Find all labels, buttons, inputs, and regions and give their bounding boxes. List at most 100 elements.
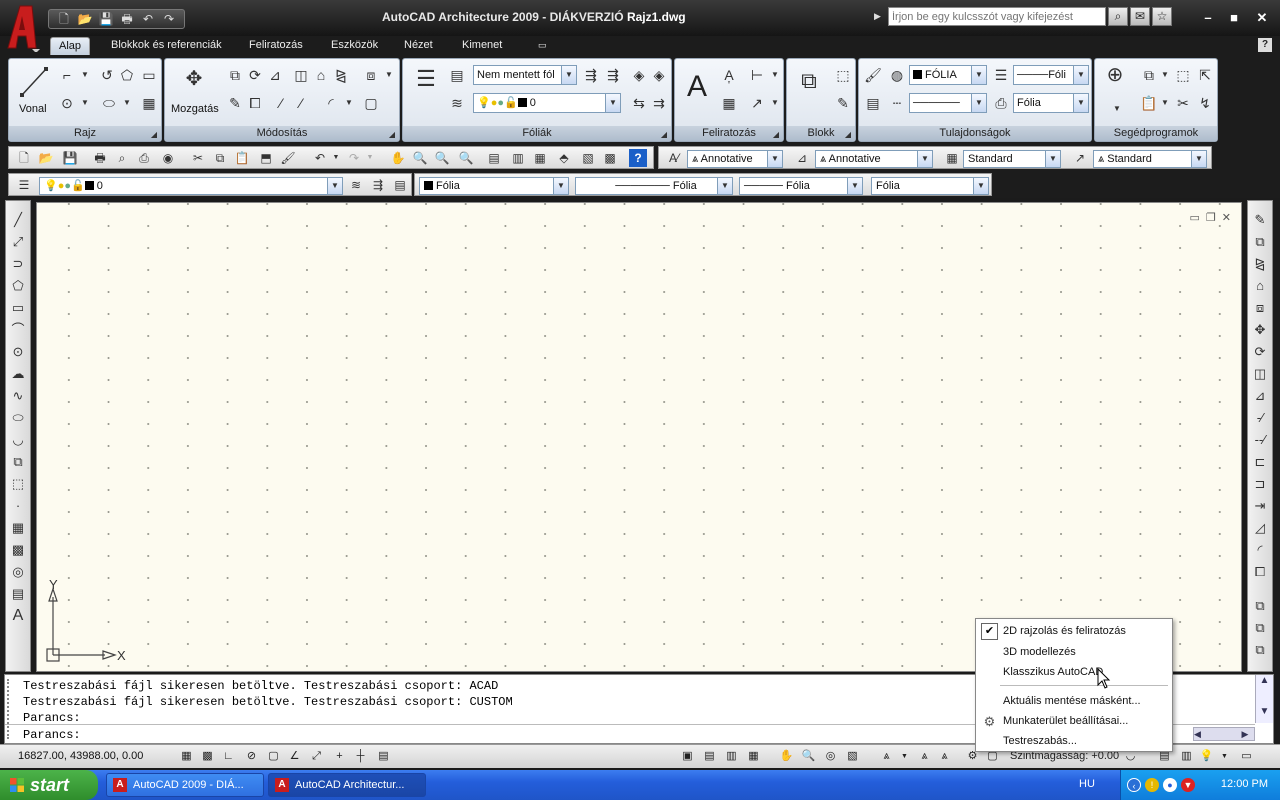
layer-select[interactable]: 💡●●🔓 0 ▼ [39, 177, 343, 195]
chevron-down-icon[interactable]: ▼ [1073, 66, 1088, 84]
auto-scale-icon[interactable]: ⩓ [936, 748, 953, 765]
match-properties-icon[interactable]: 🖌 [863, 65, 883, 85]
multileader-dropdown-icon[interactable]: ▼ [765, 93, 785, 113]
stretch-icon[interactable]: ⊿ [1251, 387, 1269, 405]
maximize-icon[interactable]: ■ [1224, 8, 1244, 28]
snap-mode-icon[interactable]: ▦ [178, 748, 195, 765]
array-dropdown-icon[interactable]: ▼ [379, 65, 399, 85]
panel-modify-label[interactable]: Módosítás [165, 126, 399, 141]
color-select[interactable]: FÓLIA ▼ [909, 65, 987, 85]
cut-icon[interactable]: ✂ [189, 149, 207, 167]
ellipse-arc-icon[interactable]: ◡ [9, 431, 27, 449]
undo-icon[interactable]: ↶ [139, 11, 157, 27]
drawing-canvas[interactable]: ▭ ❐ ✕ Y X [36, 202, 1242, 672]
tray-expand-icon[interactable]: ‹ [1127, 778, 1141, 792]
language-indicator[interactable]: HU [1079, 778, 1095, 790]
zoom-extents-icon[interactable]: ⊕ [1101, 65, 1129, 93]
zoom-dropdown-icon[interactable]: ▼ [1107, 99, 1127, 119]
zoom-window-icon[interactable]: 🔍 [433, 149, 451, 167]
sheet-set-icon[interactable]: ⬘ [555, 149, 573, 167]
panel-draw-label[interactable]: Rajz [9, 126, 161, 141]
linear-dimension-icon[interactable]: ⊢ [747, 65, 767, 85]
polar-tracking-icon[interactable]: ⊘ [243, 748, 260, 765]
design-center-icon[interactable]: ▥ [509, 149, 527, 167]
create-block-icon[interactable]: ⬚ [833, 65, 853, 85]
steering-wheel-icon[interactable]: ◎ [822, 748, 839, 765]
panel-expand-icon[interactable]: ◢ [389, 130, 395, 139]
dimension-dropdown-icon[interactable]: ▼ [765, 65, 785, 85]
chevron-down-icon[interactable]: ▼ [973, 178, 988, 194]
scroll-down-icon[interactable]: ▼ [1256, 706, 1273, 717]
lineweight-icon[interactable]: ☰ [991, 65, 1011, 85]
start-button[interactable]: start [0, 770, 98, 800]
search-input[interactable] [888, 7, 1106, 26]
command-history-scrollbar[interactable]: ▲ ▼ [1255, 675, 1273, 723]
chevron-down-icon[interactable]: ▼ [561, 66, 576, 84]
circle-icon[interactable]: ⊙ [9, 343, 27, 361]
open-file-icon[interactable]: 📂 [37, 149, 55, 167]
chevron-down-icon[interactable]: ▼ [1073, 94, 1088, 112]
offset-icon[interactable]: ⌂ [1251, 277, 1269, 295]
new-file-icon[interactable]: 🗋 [15, 149, 33, 167]
annotation-scale-icon[interactable]: ⩓ [878, 748, 895, 765]
plot-icon[interactable]: 🖶 [91, 149, 109, 167]
mirror-icon[interactable]: ⧎ [331, 65, 351, 85]
draworder-icon[interactable]: ⧉ [1251, 597, 1269, 615]
scale-icon[interactable]: ◫ [1251, 365, 1269, 383]
table-icon[interactable]: ▦ [719, 93, 739, 113]
scroll-right-icon[interactable]: ▶ [1241, 729, 1248, 739]
chamfer-icon[interactable]: ◿ [1251, 519, 1269, 537]
calculator-icon[interactable]: ▩ [601, 149, 619, 167]
menu-item-customize[interactable]: Testreszabás... [978, 732, 1170, 751]
dim-style-icon[interactable]: ⊿ [793, 149, 811, 167]
multileader-style-icon[interactable]: ↗ [1071, 149, 1089, 167]
ortho-mode-icon[interactable]: ∟ [220, 748, 237, 765]
tab-annotation[interactable]: Feliratozás [241, 37, 311, 55]
menu-item-save-current-as[interactable]: Aktuális mentése másként... [978, 692, 1170, 711]
layout1-icon[interactable]: ▤ [701, 748, 718, 765]
lineweight-toggle-icon[interactable]: ┼ [352, 748, 369, 765]
chevron-down-icon[interactable]: ▼ [1045, 151, 1060, 167]
pan-icon[interactable]: ✋ [389, 149, 407, 167]
search-icon[interactable]: ⌕ [1108, 7, 1128, 26]
drawing-close-icon[interactable]: ✕ [1222, 211, 1231, 224]
break-icon[interactable]: ⁄ [271, 93, 291, 113]
fillet-dropdown-icon[interactable]: ▼ [339, 93, 359, 113]
tab-alap[interactable]: Alap [50, 37, 91, 55]
linetype-select[interactable]: ────Fóli ▼ [1013, 65, 1089, 85]
line-tool-icon[interactable] [19, 65, 49, 99]
bulb-icon[interactable]: 💡 [1198, 748, 1215, 765]
scroll-left-icon[interactable]: ◀ [1194, 729, 1201, 739]
send-back-icon[interactable]: ⧉ [1251, 641, 1269, 659]
multiline-text-icon[interactable]: A [681, 69, 713, 105]
table-style-icon[interactable]: ▦ [943, 149, 961, 167]
panel-layers-label[interactable]: Fóliák [403, 126, 671, 141]
drawing-restore-icon[interactable]: ❐ [1206, 211, 1216, 224]
grid-display-icon[interactable]: ▩ [199, 748, 216, 765]
rotate-icon[interactable]: ⟳ [1251, 343, 1269, 361]
layer-select[interactable]: 💡●●🔓 0 ▼ [473, 93, 621, 113]
tab-blocks-references[interactable]: Blokkok és referenciák [103, 37, 230, 55]
layer-match-icon[interactable]: ≋ [447, 93, 467, 113]
cut-icon[interactable]: ✂ [1173, 93, 1193, 113]
arc-icon[interactable]: ↺ [97, 65, 117, 85]
explode-icon[interactable]: ⧠ [1251, 563, 1269, 581]
text-style-select[interactable]: ⩓ Annotative ▼ [687, 150, 783, 168]
close-icon[interactable]: ✕ [1252, 8, 1272, 28]
panel-properties-label[interactable]: Tulajdonságok [859, 126, 1091, 141]
quick-view-icon[interactable]: ▦ [745, 748, 762, 765]
trim-icon[interactable]: ⊿ [265, 65, 285, 85]
chevron-down-icon[interactable]: ▼ [767, 151, 782, 167]
table-icon[interactable]: ▤ [9, 585, 27, 603]
rectangle-icon[interactable]: ▭ [9, 299, 27, 317]
ellipse-icon[interactable]: ⬭ [99, 93, 119, 113]
lineweight-select[interactable]: ────── ▼ [909, 93, 987, 113]
ribbon-minimize-icon[interactable]: ▭ [530, 37, 555, 55]
copy-icon[interactable]: ⧉ [225, 65, 245, 85]
autocad-logo-icon[interactable] [4, 4, 40, 52]
quick-properties-icon[interactable]: ▤ [375, 748, 392, 765]
linetype-icon[interactable]: ┄ [887, 93, 907, 113]
help-icon[interactable]: ? [629, 149, 647, 167]
linetype-control-select[interactable]: ─────── Fólia ▼ [575, 177, 733, 195]
polygon-icon[interactable]: ⬠ [117, 65, 137, 85]
